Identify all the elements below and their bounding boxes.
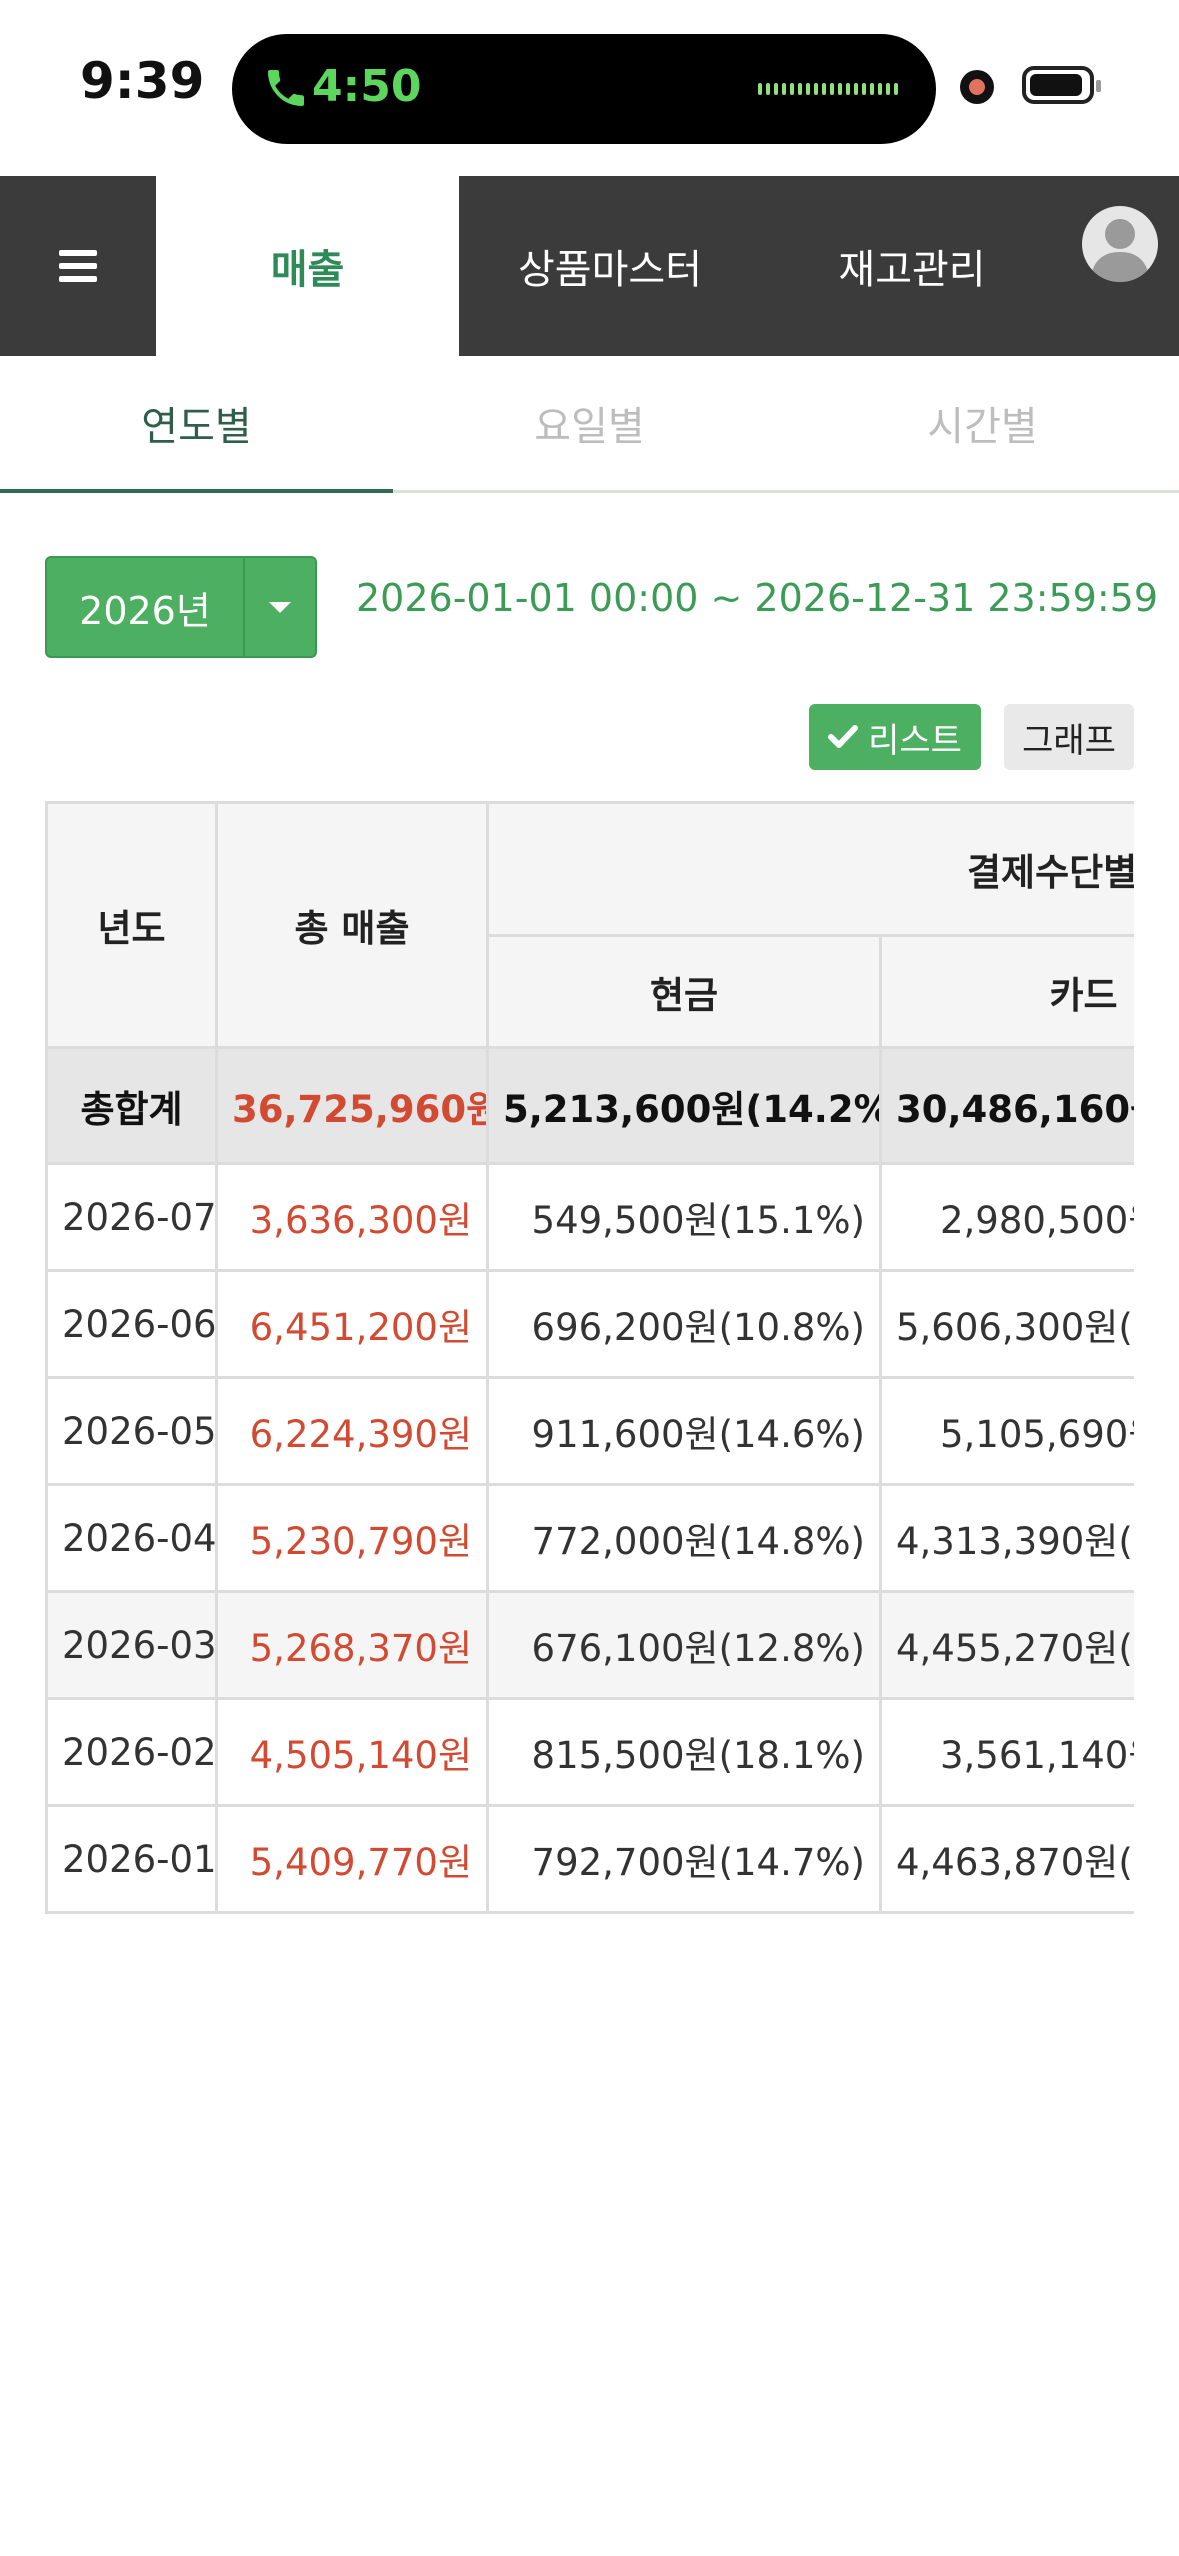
row-year: 2026-07 (45, 1162, 218, 1272)
row-card: 4,313,390원(8 (878, 1483, 1134, 1593)
tab-by-weekday[interactable]: 요일별 (393, 356, 786, 490)
row-total-sales: 4,505,140원 (215, 1697, 489, 1807)
row-cash: 772,000원(14.8%) (486, 1483, 882, 1593)
hamburger-icon (59, 250, 97, 282)
list-view-label: 리스트 (868, 720, 962, 761)
row-total-sales: 6,224,390원 (215, 1376, 489, 1486)
total-cash-value: 5,213,600원(14.2%) (486, 1046, 882, 1165)
status-bar: 9:39 4:50 (0, 0, 1179, 176)
row-card: 5,606,300원(8 (878, 1269, 1134, 1379)
call-duration: 4:50 (312, 61, 422, 112)
row-total-sales: 3,636,300원 (215, 1162, 489, 1272)
total-card-value: 30,486,160원 (878, 1046, 1134, 1165)
row-cash: 911,600원(14.6%) (486, 1376, 882, 1486)
tab-by-year[interactable]: 연도별 (0, 356, 393, 493)
sales-table-container[interactable]: 년도 총 매출 결제수단별 현금 카드 총합계 36,725,960원 5,21… (45, 801, 1134, 1939)
nav-tab-sales[interactable]: 매출 (156, 176, 459, 356)
table-row: 2026-03 5,268,370원 676,100원(12.8%) 4,455… (45, 1590, 1134, 1700)
total-sales-value: 36,725,960원 (215, 1046, 489, 1165)
table-row: 2026-06 6,451,200원 696,200원(10.8%) 5,606… (45, 1269, 1134, 1379)
table-row: 2026-02 4,505,140원 815,500원(18.1%) 3,561… (45, 1697, 1134, 1807)
row-cash: 676,100원(12.8%) (486, 1590, 882, 1700)
row-card: 4,455,270원(8 (878, 1590, 1134, 1700)
row-cash: 792,700원(14.7%) (486, 1804, 882, 1914)
total-row: 총합계 36,725,960원 5,213,600원(14.2%) 30,486… (45, 1046, 1134, 1165)
row-total-sales: 6,451,200원 (215, 1269, 489, 1379)
caret-down-icon[interactable] (245, 558, 315, 656)
row-year: 2026-05 (45, 1376, 218, 1486)
table-row: 2026-05 6,224,390원 911,600원(14.6%) 5,105… (45, 1376, 1134, 1486)
top-nav: 매출 상품마스터 재고관리 (0, 176, 1179, 356)
row-card: 5,105,690원 (878, 1376, 1134, 1486)
sales-table: 년도 총 매출 결제수단별 현금 카드 총합계 36,725,960원 5,21… (45, 801, 1134, 1914)
total-label: 총합계 (45, 1046, 218, 1165)
header-payment-method: 결제수단별 (485, 801, 1134, 937)
row-cash: 815,500원(18.1%) (486, 1697, 882, 1807)
row-card: 2,980,500원 (878, 1162, 1134, 1272)
row-year: 2026-02 (45, 1697, 218, 1807)
camera-indicator-icon (960, 70, 994, 104)
year-select[interactable]: 2026년 (45, 556, 317, 658)
audio-waveform-icon (758, 82, 898, 96)
row-year: 2026-01 (45, 1804, 218, 1914)
phone-icon (268, 70, 304, 106)
row-total-sales: 5,409,770원 (215, 1804, 489, 1914)
row-year: 2026-06 (45, 1269, 218, 1379)
row-year: 2026-04 (45, 1483, 218, 1593)
date-range-text: 2026-01-01 00:00 ~ 2026-12-31 23:59:59 (356, 576, 1159, 620)
year-select-value: 2026년 (47, 558, 245, 656)
nav-tab-product-master[interactable]: 상품마스터 (459, 176, 761, 356)
row-year: 2026-03 (45, 1590, 218, 1700)
table-row: 2026-04 5,230,790원 772,000원(14.8%) 4,313… (45, 1483, 1134, 1593)
avatar-icon[interactable] (1082, 206, 1158, 282)
row-card: 4,463,870원(8 (878, 1804, 1134, 1914)
dynamic-island[interactable]: 4:50 (232, 34, 936, 144)
clock: 9:39 (80, 52, 205, 110)
menu-button[interactable] (0, 176, 156, 356)
table-row: 2026-01 5,409,770원 792,700원(14.7%) 4,463… (45, 1804, 1134, 1914)
period-tabs: 연도별 요일별 시간별 (0, 356, 1179, 493)
row-total-sales: 5,230,790원 (215, 1483, 489, 1593)
battery-icon (1022, 66, 1101, 104)
list-view-button[interactable]: 리스트 (809, 704, 981, 770)
header-cash: 현금 (486, 934, 882, 1049)
row-cash: 696,200원(10.8%) (486, 1269, 882, 1379)
header-card: 카드 (878, 934, 1134, 1049)
header-total-sales: 총 매출 (215, 801, 489, 1049)
checkmark-icon (828, 725, 859, 748)
table-row: 2026-07 3,636,300원 549,500원(15.1%) 2,980… (45, 1162, 1134, 1272)
header-year: 년도 (45, 801, 218, 1049)
nav-tab-inventory[interactable]: 재고관리 (761, 176, 1063, 356)
row-cash: 549,500원(15.1%) (486, 1162, 882, 1272)
graph-view-button[interactable]: 그래프 (1004, 704, 1134, 770)
tab-by-hour[interactable]: 시간별 (786, 356, 1179, 490)
row-card: 3,561,140원 (878, 1697, 1134, 1807)
row-total-sales: 5,268,370원 (215, 1590, 489, 1700)
